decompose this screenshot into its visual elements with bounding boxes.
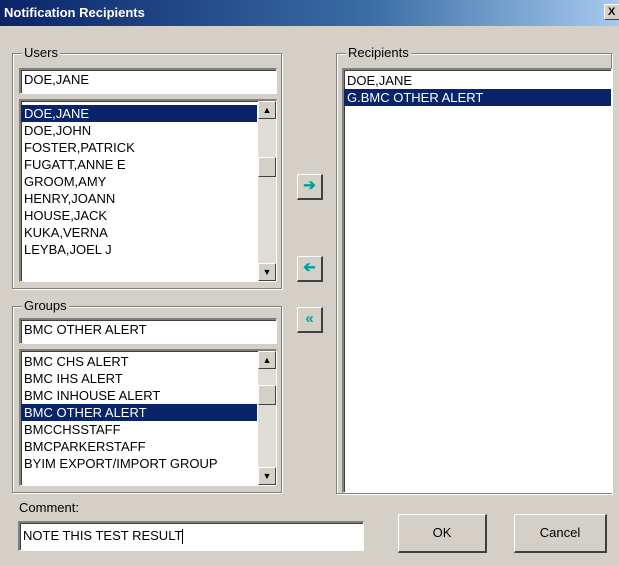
notification-recipients-dialog: Notification Recipients X Users DOE,JANE… xyxy=(0,0,619,566)
users-list-item[interactable]: HENRY,JOANN xyxy=(21,190,257,207)
groups-list[interactable]: BMC CHS ALERT BMC IHS ALERT BMC INHOUSE AL… xyxy=(19,349,277,486)
remove-recipient-button[interactable]: ➔ xyxy=(297,256,323,282)
users-list-item[interactable]: FUGATT,ANNE E xyxy=(21,156,257,173)
left-arrow-icon: ➔ xyxy=(303,259,316,276)
close-button[interactable]: X xyxy=(604,4,619,20)
groups-list-item[interactable]: BMC OTHER ALERT xyxy=(21,404,257,421)
add-recipient-button[interactable]: ➔ xyxy=(297,174,323,200)
users-scroll-thumb[interactable] xyxy=(258,157,276,177)
groups-scrollbar[interactable]: ▲ ▼ xyxy=(258,351,276,485)
users-list-item[interactable]: DOE,JANE xyxy=(21,105,257,122)
users-list[interactable]: DOE,JANE DOE,JOHN FOSTER,PATRICK FUGATT,ANN… xyxy=(19,99,277,282)
users-list-item[interactable]: DOE,JOHN xyxy=(21,122,257,139)
cancel-button-label: Cancel xyxy=(539,525,581,540)
users-list-item[interactable]: KUKA,VERNA xyxy=(21,224,257,241)
groups-group-label: Groups xyxy=(22,298,69,313)
recipients-list-item[interactable]: G.BMC OTHER ALERT xyxy=(344,89,611,106)
recipients-group-label: Recipients xyxy=(346,45,411,60)
groups-list-item[interactable]: BMCCHSSTAFF xyxy=(21,421,257,438)
right-arrow-icon: ➔ xyxy=(303,177,316,194)
groups-list-item[interactable]: BMC IHS ALERT xyxy=(21,370,257,387)
users-scroll-up-button[interactable]: ▲ xyxy=(258,101,276,119)
groups-scroll-up-button[interactable]: ▲ xyxy=(258,351,276,369)
groups-list-item[interactable]: BMCPARKERSTAFF xyxy=(21,438,257,455)
groups-search-input[interactable]: BMC OTHER ALERT xyxy=(19,318,277,344)
ok-button[interactable]: OK xyxy=(398,514,487,553)
comment-input[interactable]: NOTE THIS TEST RESULT xyxy=(18,521,364,551)
cancel-button[interactable]: Cancel xyxy=(514,514,607,553)
comment-label: Comment: xyxy=(19,500,79,515)
groups-scroll-down-button[interactable]: ▼ xyxy=(258,467,276,485)
users-search-input[interactable]: DOE,JANE xyxy=(19,68,277,94)
users-list-item[interactable]: LEYBA,JOEL J xyxy=(21,241,257,258)
text-cursor xyxy=(182,529,184,545)
groups-list-item[interactable]: BYIM EXPORT/IMPORT GROUP xyxy=(21,455,257,472)
remove-all-recipients-button[interactable]: « xyxy=(297,307,323,333)
title-bar[interactable]: Notification Recipients X xyxy=(0,0,619,26)
groups-list-item[interactable]: BMC INHOUSE ALERT xyxy=(21,387,257,404)
groups-scroll-thumb[interactable] xyxy=(258,385,276,405)
window-title: Notification Recipients xyxy=(4,5,145,20)
ok-button-label: OK xyxy=(432,525,452,540)
users-scrollbar[interactable]: ▲ ▼ xyxy=(258,101,276,281)
users-list-item[interactable]: GROOM,AMY xyxy=(21,173,257,190)
users-list-item[interactable]: HOUSE,JACK xyxy=(21,207,257,224)
users-group-label: Users xyxy=(22,45,60,60)
users-scroll-down-button[interactable]: ▼ xyxy=(258,263,276,281)
close-icon: X xyxy=(608,6,616,18)
users-list-item[interactable]: FOSTER,PATRICK xyxy=(21,139,257,156)
recipients-list-item[interactable]: DOE,JANE xyxy=(344,72,611,89)
groups-list-item[interactable]: BMC CHS ALERT xyxy=(21,353,257,370)
double-left-arrow-icon: « xyxy=(305,310,314,327)
comment-value: NOTE THIS TEST RESULT xyxy=(23,528,183,543)
recipients-list[interactable]: DOE,JANE G.BMC OTHER ALERT xyxy=(342,68,612,493)
